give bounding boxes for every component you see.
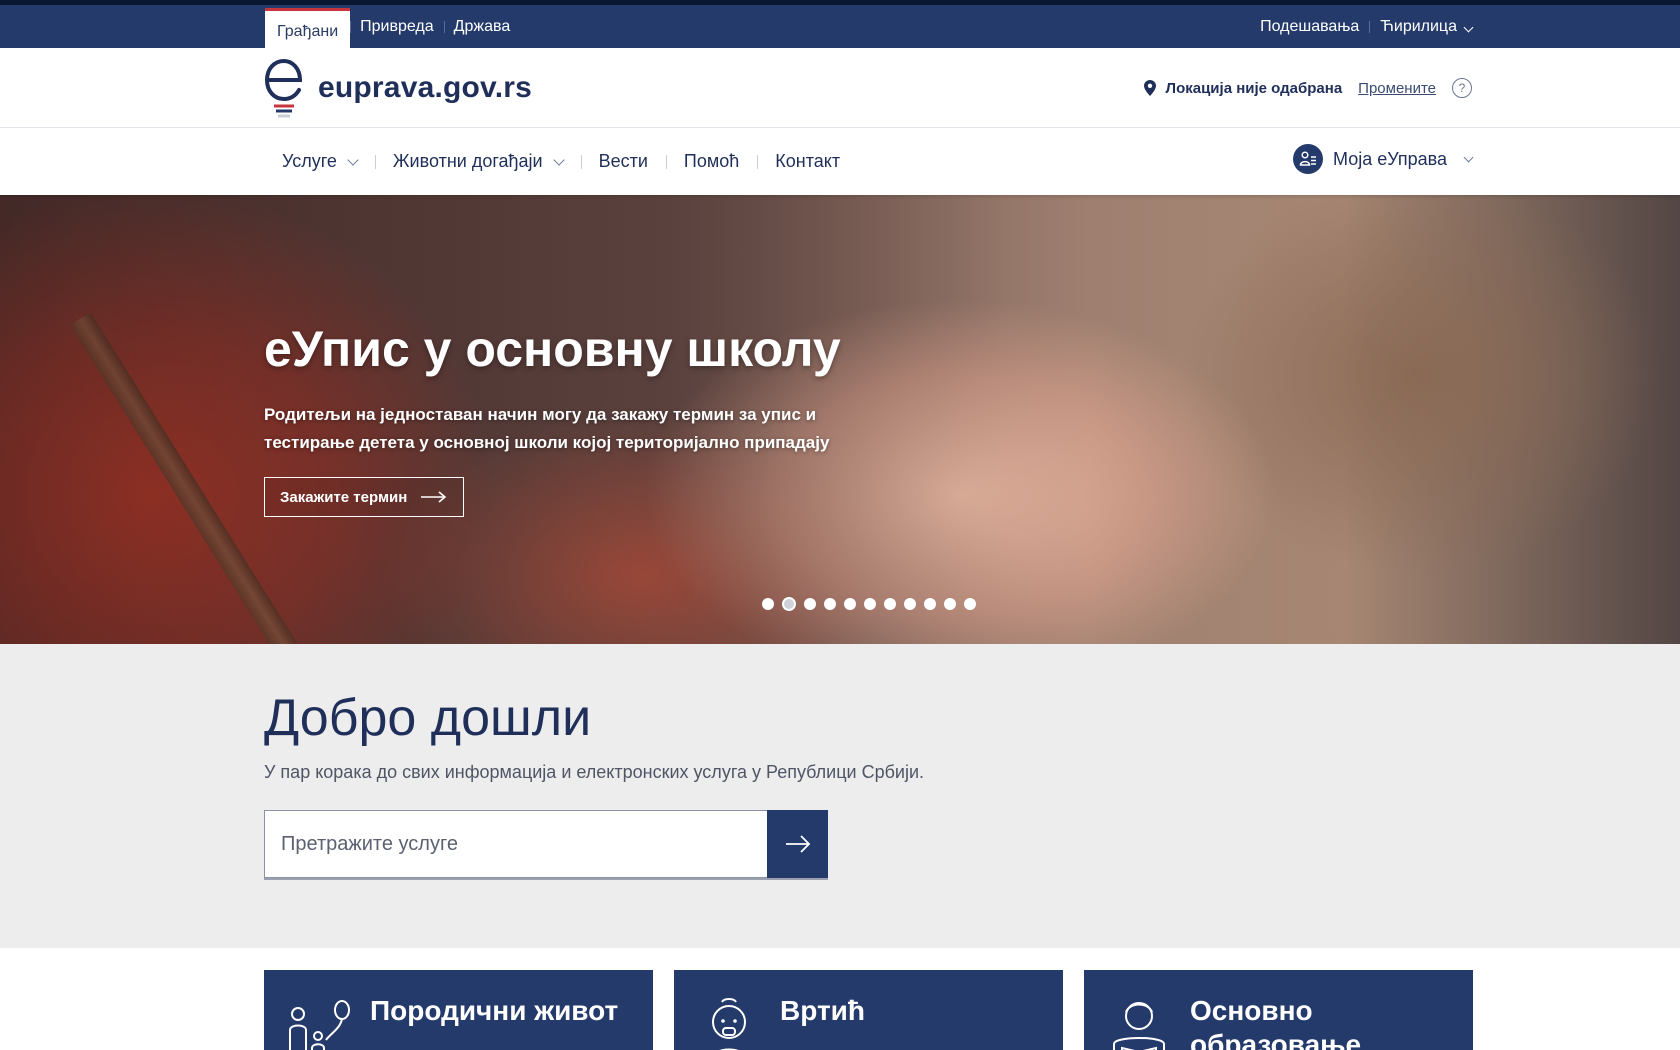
top-bar-right: Подешавања Ћирилица (1260, 5, 1474, 48)
site-header: euprava.gov.rs Локација није одабрана Пр… (0, 48, 1680, 128)
chevron-down-icon (1463, 152, 1474, 162)
nav-label: Животни догађаји (392, 151, 543, 171)
nav-item-life-events[interactable]: Животни догађаји (374, 151, 581, 172)
carousel-dot[interactable] (804, 598, 816, 610)
carousel-dot[interactable] (944, 598, 956, 610)
carousel-dot[interactable] (782, 597, 796, 611)
button-label: Закажите термин (280, 488, 408, 506)
divider (1369, 20, 1371, 33)
carousel-dot[interactable] (904, 598, 916, 610)
carousel-dots (762, 597, 976, 611)
category-cards: Породични живот Вртић Основно образовање (264, 970, 1473, 1050)
carousel-dot[interactable] (864, 598, 876, 610)
script-selector[interactable]: Ћирилица (1380, 17, 1474, 36)
nav-label: Помоћ (683, 151, 740, 171)
schedule-appointment-button[interactable]: Закажите термин (264, 477, 465, 517)
nav-label: Вести (598, 151, 648, 171)
card-kindergarten[interactable]: Вртић (674, 970, 1063, 1050)
tab-business[interactable]: Привреда (350, 5, 444, 48)
location-pin-icon (1143, 80, 1156, 96)
card-family-life[interactable]: Породични живот (264, 970, 653, 1050)
main-nav: Услуге Животни догађаји Вести Помоћ Конт… (0, 128, 1680, 195)
user-icon (1293, 144, 1323, 174)
arrow-right-icon (785, 835, 810, 853)
nav-item-help[interactable]: Помоћ (665, 151, 757, 172)
script-label: Ћирилица (1380, 17, 1457, 35)
carousel-dot[interactable] (844, 598, 856, 610)
search-submit-button[interactable] (767, 810, 828, 878)
carousel-dot[interactable] (884, 598, 896, 610)
arrow-right-icon (421, 491, 447, 503)
eu-logo-icon (264, 58, 303, 118)
nav-item-news[interactable]: Вести (580, 151, 666, 172)
logo-text: euprava.gov.rs (318, 71, 533, 104)
nav-label: Контакт (775, 151, 841, 171)
tab-citizens[interactable]: Грађани (265, 8, 351, 53)
account-menu[interactable]: Моја еУправа (1293, 144, 1474, 174)
child-icon (712, 998, 746, 1050)
carousel-dot[interactable] (924, 598, 936, 610)
welcome-subtitle: У пар корака до свих информација и елект… (264, 762, 925, 782)
nav-item-contact[interactable]: Контакт (757, 151, 858, 172)
card-title: Основно образовање (1190, 995, 1362, 1050)
chevron-down-icon (552, 153, 565, 166)
hero-banner: еУпис у основну школу Родитељи на једнос… (0, 195, 1680, 644)
logo[interactable]: euprava.gov.rs (264, 58, 532, 118)
service-search (264, 810, 828, 878)
help-icon[interactable]: ? (1452, 78, 1472, 98)
hero-description: Родитељи на једноставан начин могу да за… (264, 405, 830, 452)
carousel-dot[interactable] (824, 598, 836, 610)
carousel-dot[interactable] (964, 598, 976, 610)
nav-label: Услуге (282, 151, 337, 171)
welcome-title: Добро дошли (264, 689, 592, 747)
hero-title: еУпис у основну школу (264, 321, 841, 377)
student-icon (1113, 1002, 1165, 1050)
carousel-dot[interactable] (762, 598, 774, 610)
account-label: Моја еУправа (1333, 148, 1447, 169)
chevron-down-icon (1463, 22, 1474, 32)
family-icon (289, 1000, 350, 1050)
chevron-down-icon (347, 153, 359, 166)
card-title: Вртић (780, 995, 865, 1026)
change-location-link[interactable]: Промените (1358, 80, 1436, 97)
settings-link[interactable]: Подешавања (1260, 18, 1359, 36)
welcome-section: Добро дошли У пар корака до свих информа… (0, 644, 1680, 948)
location-label: Локација није одабрана (1165, 79, 1343, 97)
card-primary-education[interactable]: Основно образовање (1084, 970, 1473, 1050)
search-input[interactable] (264, 810, 767, 878)
location-widget: Локација није одабрана Промените ? (1143, 78, 1472, 98)
tab-state[interactable]: Држава (443, 5, 521, 48)
nav-item-services[interactable]: Услуге (264, 151, 375, 172)
top-bar: Грађани Привреда Држава Подешавања Ћирил… (0, 0, 1680, 53)
card-title: Породични живот (370, 995, 619, 1026)
